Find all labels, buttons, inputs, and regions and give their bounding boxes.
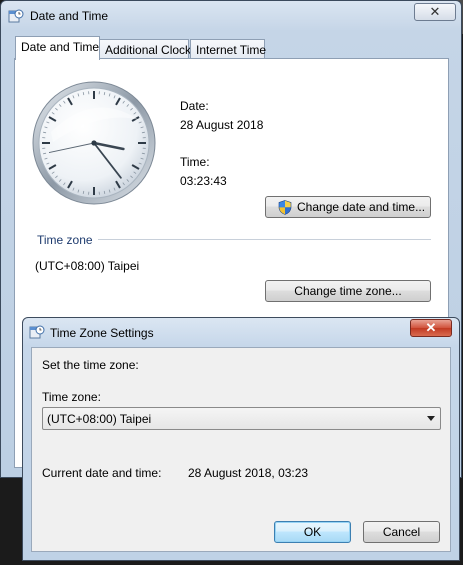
close-icon: ✕ [425, 320, 437, 335]
button-label: Change time zone... [294, 284, 402, 298]
tab-label: Additional Clocks [105, 43, 198, 57]
tab-additional-clocks[interactable]: Additional Clocks [99, 39, 197, 60]
date-value: 28 August 2018 [180, 118, 264, 132]
button-label: Cancel [382, 525, 421, 539]
change-date-time-button[interactable]: Change date and time... [265, 196, 431, 218]
button-label: Change date and time... [297, 200, 426, 214]
date-time-icon [29, 325, 45, 339]
timezone-selected-value: (UTC+08:00) Taipei [47, 412, 152, 426]
time-value: 03:23:43 [180, 174, 227, 188]
section-divider [98, 239, 431, 240]
uac-shield-icon [278, 199, 292, 215]
chevron-down-icon [427, 416, 435, 421]
timezone-section-label: Time zone [37, 233, 93, 247]
close-button[interactable]: ✕ [414, 3, 456, 21]
ok-button[interactable]: OK [274, 521, 351, 543]
tab-internet-time[interactable]: Internet Time [190, 39, 267, 60]
close-icon: ✕ [429, 4, 441, 19]
tab-label: Date and Time [21, 40, 100, 54]
tab-date-and-time[interactable]: Date and Time [15, 36, 100, 60]
instruction-text: Set the time zone: [42, 358, 139, 372]
button-label: OK [303, 525, 322, 539]
analog-clock [32, 81, 156, 205]
dialog-title: Time Zone Settings [50, 326, 154, 340]
timezone-select[interactable]: (UTC+08:00) Taipei [42, 407, 441, 430]
tab-label: Internet Time [196, 43, 267, 57]
time-label: Time: [180, 155, 210, 169]
timezone-value: (UTC+08:00) Taipei [35, 259, 140, 273]
timezone-field-label: Time zone: [42, 390, 101, 404]
window-title: Date and Time [30, 9, 109, 23]
date-label: Date: [180, 99, 209, 113]
current-datetime-value: 28 August 2018, 03:23 [188, 466, 309, 480]
current-datetime-label: Current date and time: [42, 466, 162, 480]
cancel-button[interactable]: Cancel [363, 521, 440, 543]
time-zone-settings-dialog: Time Zone Settings ✕ Set the time zone: … [22, 317, 460, 561]
dialog-close-button[interactable]: ✕ [410, 319, 452, 337]
change-timezone-button[interactable]: Change time zone... [265, 280, 431, 302]
date-time-icon [8, 9, 24, 23]
